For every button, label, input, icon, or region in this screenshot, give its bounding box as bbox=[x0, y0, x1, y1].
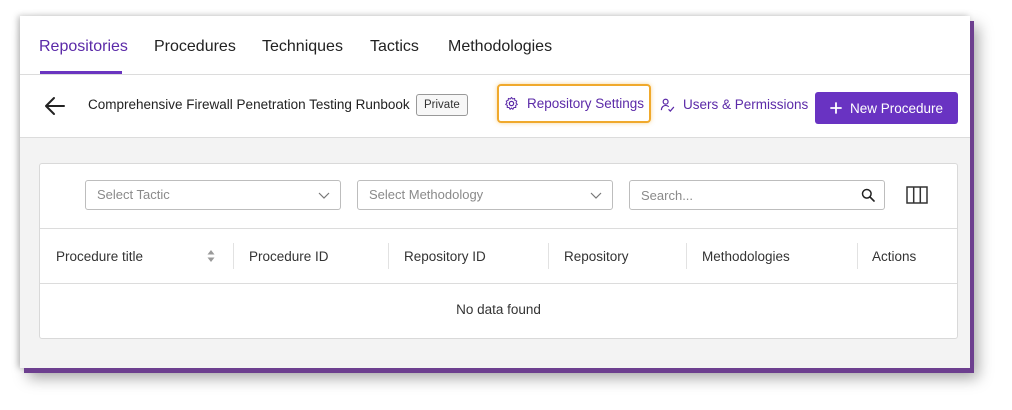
content-area: Select Tactic Select Methodology Search.… bbox=[20, 138, 970, 368]
column-divider bbox=[233, 243, 234, 269]
app-window: Repositories Procedures Techniques Tacti… bbox=[20, 16, 970, 368]
repository-toolbar: Comprehensive Firewall Penetration Testi… bbox=[20, 75, 970, 138]
column-header-repository[interactable]: Repository bbox=[564, 249, 629, 264]
gear-icon bbox=[505, 96, 518, 110]
back-arrow-icon[interactable] bbox=[42, 93, 68, 119]
methodology-select[interactable]: Select Methodology bbox=[357, 180, 613, 210]
tab-techniques[interactable]: Techniques bbox=[262, 38, 343, 56]
column-header-methodologies[interactable]: Methodologies bbox=[702, 249, 790, 264]
tactic-select[interactable]: Select Tactic bbox=[85, 180, 341, 210]
methodology-select-placeholder: Select Methodology bbox=[369, 187, 484, 202]
top-nav-tabs: Repositories Procedures Techniques Tacti… bbox=[20, 16, 970, 75]
empty-state-message: No data found bbox=[456, 302, 541, 317]
table-header: Procedure title Procedure ID Repository … bbox=[40, 228, 957, 284]
active-tab-indicator bbox=[40, 71, 122, 74]
users-icon bbox=[660, 98, 675, 112]
new-procedure-button[interactable]: New Procedure bbox=[815, 92, 958, 124]
repository-title: Comprehensive Firewall Penetration Testi… bbox=[88, 97, 410, 112]
new-procedure-label: New Procedure bbox=[849, 100, 944, 116]
tab-procedures[interactable]: Procedures bbox=[154, 38, 236, 56]
column-header-actions: Actions bbox=[872, 249, 917, 264]
search-input[interactable] bbox=[629, 180, 885, 210]
procedures-table-card: Select Tactic Select Methodology Search.… bbox=[39, 163, 958, 339]
chevron-down-icon bbox=[318, 192, 330, 199]
column-divider bbox=[686, 243, 687, 269]
visibility-badge: Private bbox=[416, 94, 468, 116]
repository-settings-label: Repository Settings bbox=[526, 96, 645, 111]
column-divider bbox=[388, 243, 389, 269]
repository-settings-button[interactable]: Repository Settings bbox=[497, 84, 651, 123]
columns-icon[interactable] bbox=[906, 186, 928, 204]
users-permissions-label: Users & Permissions bbox=[683, 97, 809, 112]
users-permissions-button[interactable]: Users & Permissions bbox=[660, 97, 808, 112]
column-header-repository-id[interactable]: Repository ID bbox=[404, 249, 486, 264]
column-header-procedure-title[interactable]: Procedure title bbox=[56, 249, 143, 264]
column-divider bbox=[857, 243, 858, 269]
tactic-select-placeholder: Select Tactic bbox=[97, 187, 170, 202]
chevron-down-icon bbox=[590, 192, 602, 199]
column-header-procedure-id[interactable]: Procedure ID bbox=[249, 249, 329, 264]
sort-icon[interactable] bbox=[207, 249, 215, 263]
plus-icon bbox=[830, 102, 842, 114]
tab-tactics[interactable]: Tactics bbox=[370, 38, 419, 56]
tab-repositories[interactable]: Repositories bbox=[39, 38, 128, 56]
tab-methodologies[interactable]: Methodologies bbox=[448, 38, 552, 56]
search-icon[interactable] bbox=[861, 188, 875, 202]
column-divider bbox=[548, 243, 549, 269]
